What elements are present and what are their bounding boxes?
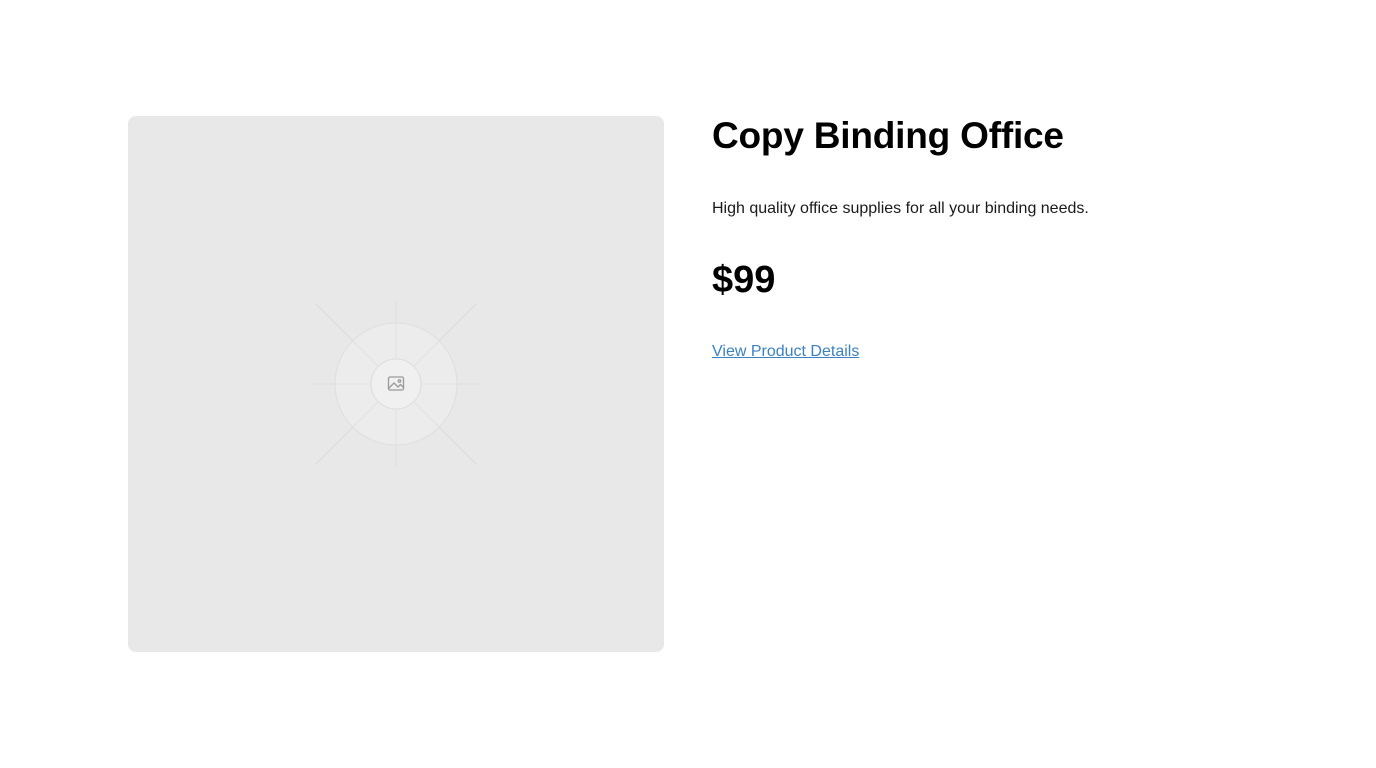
view-product-details-link[interactable]: View Product Details [712,342,859,362]
product-image-placeholder [128,116,664,652]
product-description: High quality office supplies for all you… [712,200,1089,217]
product-page: Copy Binding Office High quality office … [0,0,1376,768]
placeholder-graphic [314,302,478,466]
product-title: Copy Binding Office [712,115,1064,156]
product-price: $99 [712,259,776,301]
product-info: Copy Binding Office High quality office … [712,115,1312,361]
